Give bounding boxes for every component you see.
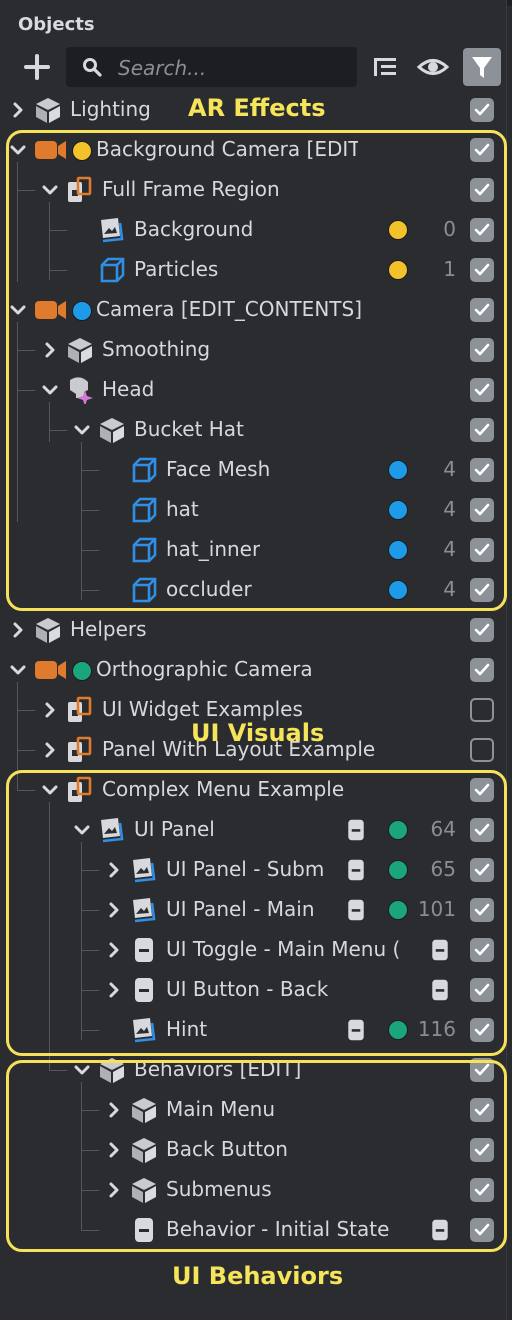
ui-visuals-annotation: UI Visuals	[191, 719, 325, 747]
ui-visuals-highlight	[6, 770, 507, 1056]
tree-line	[17, 710, 35, 711]
eye-icon	[416, 59, 450, 75]
toolbar	[0, 44, 506, 90]
tree-line	[17, 750, 35, 751]
ar-effects-highlight	[6, 130, 507, 611]
panel-title: Objects	[18, 14, 95, 35]
search-box[interactable]	[66, 47, 357, 89]
chevron-right-icon[interactable]	[8, 100, 28, 120]
filter-icon	[472, 57, 492, 78]
search-icon	[83, 58, 102, 77]
region-icon	[66, 736, 94, 764]
row-label: Orthographic Camera	[96, 657, 313, 681]
tree-row[interactable]: Helpers	[0, 610, 506, 650]
layer-dot	[72, 661, 92, 681]
enabled-checkbox[interactable]	[470, 618, 494, 642]
object-icon	[34, 96, 62, 124]
chevron-right-icon[interactable]	[8, 620, 28, 640]
enabled-checkbox[interactable]	[470, 98, 494, 122]
enabled-checkbox[interactable]	[470, 698, 494, 722]
row-label: Lighting	[70, 97, 151, 121]
filter-button[interactable]	[463, 48, 501, 86]
row-label: Helpers	[70, 617, 147, 641]
ar-effects-annotation: AR Effects	[188, 94, 326, 122]
ui-behaviors-highlight	[6, 1060, 507, 1252]
row-label: UI Widget Examples	[102, 697, 303, 721]
check-icon	[474, 103, 490, 116]
tree-row[interactable]: Orthographic Camera	[0, 650, 506, 690]
check-icon	[474, 663, 490, 676]
camera-icon	[34, 656, 68, 684]
search-input[interactable]	[116, 47, 350, 89]
region-icon	[66, 696, 94, 724]
chevron-right-icon[interactable]	[40, 700, 60, 720]
visibility-button[interactable]	[416, 50, 450, 84]
check-icon	[474, 623, 490, 636]
add-object-button[interactable]	[24, 54, 50, 80]
object-icon	[34, 616, 62, 644]
chevron-down-icon[interactable]	[8, 660, 28, 680]
enabled-checkbox[interactable]	[470, 658, 494, 682]
ui-behaviors-annotation: UI Behaviors	[172, 1262, 344, 1290]
enabled-checkbox[interactable]	[470, 738, 494, 762]
chevron-right-icon[interactable]	[40, 740, 60, 760]
hierarchy-toggle-button[interactable]	[368, 50, 402, 84]
list-tree-icon	[374, 58, 396, 76]
